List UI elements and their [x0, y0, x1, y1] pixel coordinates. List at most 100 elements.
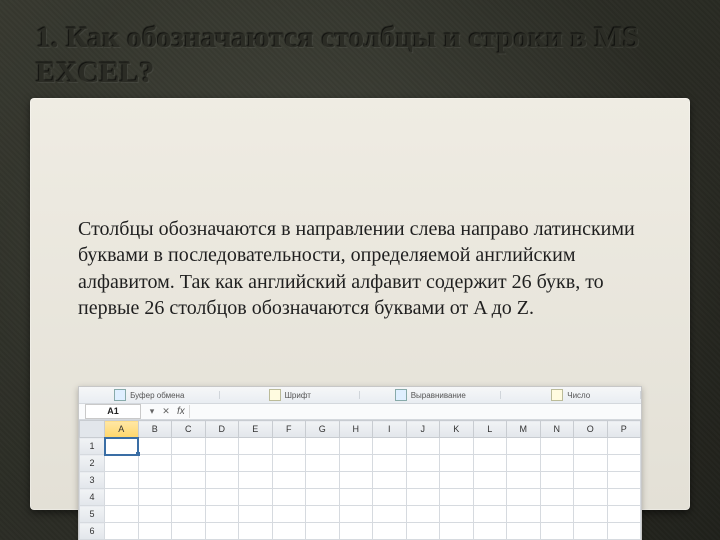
cell — [473, 489, 507, 506]
cell — [306, 438, 340, 455]
cell — [138, 506, 172, 523]
cell — [205, 523, 239, 540]
cell — [473, 472, 507, 489]
cell — [306, 472, 340, 489]
cell — [138, 489, 172, 506]
cell — [272, 438, 306, 455]
cell — [607, 455, 641, 472]
cell — [138, 523, 172, 540]
cell — [306, 523, 340, 540]
cell — [306, 455, 340, 472]
cell — [205, 455, 239, 472]
row-header: 2 — [80, 455, 105, 472]
cell — [574, 523, 608, 540]
cell — [574, 438, 608, 455]
cell — [272, 506, 306, 523]
cell — [172, 523, 206, 540]
cell — [105, 523, 139, 540]
cell — [272, 455, 306, 472]
cell — [440, 438, 474, 455]
grid-body: 1 2 3 4 5 6 7 8 — [80, 438, 641, 540]
cell — [507, 489, 541, 506]
cell — [540, 455, 574, 472]
grid-row: 2 — [80, 455, 641, 472]
ribbon-label: Выравнивание — [411, 391, 466, 400]
cell — [306, 489, 340, 506]
cell — [205, 472, 239, 489]
cell — [473, 523, 507, 540]
paste-icon — [114, 389, 126, 401]
cell — [507, 523, 541, 540]
cell — [239, 523, 273, 540]
cell — [138, 472, 172, 489]
cell — [373, 523, 407, 540]
cell — [574, 472, 608, 489]
slide-heading: 1. Как обозначаются столбцы и строки в M… — [36, 20, 684, 91]
cell — [406, 472, 440, 489]
cell — [507, 472, 541, 489]
cell — [339, 506, 373, 523]
cell — [172, 489, 206, 506]
ribbon-group-font: Шрифт — [220, 389, 361, 401]
cell — [172, 472, 206, 489]
cell — [105, 455, 139, 472]
col-header: M — [507, 421, 541, 438]
col-header: E — [239, 421, 273, 438]
spreadsheet-grid: A B C D E F G H I J K L M N O — [79, 420, 641, 540]
cell — [507, 506, 541, 523]
cell — [239, 489, 273, 506]
cell — [373, 506, 407, 523]
cell — [172, 455, 206, 472]
cell — [239, 472, 273, 489]
align-icon — [395, 389, 407, 401]
row-header: 6 — [80, 523, 105, 540]
cell — [239, 506, 273, 523]
cell — [540, 523, 574, 540]
content-frame: Столбцы обозначаются в направлении слева… — [30, 98, 690, 510]
cell — [339, 455, 373, 472]
ribbon-group-clipboard: Буфер обмена — [79, 389, 220, 401]
cell — [540, 489, 574, 506]
formula-bar: A1 ▾ ✕ fx — [79, 404, 641, 420]
cell — [138, 438, 172, 455]
col-header: H — [339, 421, 373, 438]
col-header: G — [306, 421, 340, 438]
cell — [306, 506, 340, 523]
cell — [105, 489, 139, 506]
col-header: P — [607, 421, 641, 438]
cell — [440, 523, 474, 540]
grid-row: 6 — [80, 523, 641, 540]
grid-row: 1 — [80, 438, 641, 455]
cell — [507, 438, 541, 455]
cell — [406, 438, 440, 455]
cell — [607, 506, 641, 523]
cell — [205, 438, 239, 455]
cell — [540, 472, 574, 489]
col-header: B — [138, 421, 172, 438]
grid-row: 3 — [80, 472, 641, 489]
cell — [406, 506, 440, 523]
ribbon: Буфер обмена Шрифт Выравнивание Число — [79, 387, 641, 404]
cell — [138, 455, 172, 472]
cell — [473, 438, 507, 455]
body-paragraph: Столбцы обозначаются в направлении слева… — [78, 216, 642, 322]
cell — [105, 472, 139, 489]
cell — [540, 506, 574, 523]
col-header: D — [205, 421, 239, 438]
col-header: A — [105, 421, 139, 438]
cell — [540, 438, 574, 455]
cell — [507, 455, 541, 472]
ribbon-label: Буфер обмена — [130, 391, 184, 400]
cell — [607, 438, 641, 455]
cell — [406, 523, 440, 540]
cell — [373, 472, 407, 489]
cell — [272, 489, 306, 506]
col-header: F — [272, 421, 306, 438]
cell — [272, 523, 306, 540]
cell — [440, 506, 474, 523]
cell — [339, 489, 373, 506]
ribbon-label: Шрифт — [285, 391, 311, 400]
grid-row: 4 — [80, 489, 641, 506]
font-icon — [269, 389, 281, 401]
cell — [607, 489, 641, 506]
